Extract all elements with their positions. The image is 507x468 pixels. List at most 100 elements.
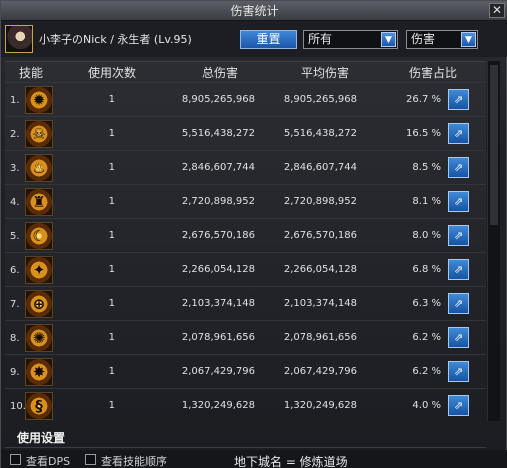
skill-icon[interactable]: ⊕ — [25, 290, 53, 318]
target-select[interactable]: 所有 ▼ — [303, 30, 398, 49]
row-total: 2,720,898,952 — [181, 196, 255, 207]
row-avg: 2,720,898,952 — [283, 196, 357, 207]
row-uses: 1 — [108, 230, 115, 241]
skill-icon[interactable]: § — [25, 392, 53, 420]
export-detail-button[interactable]: ⇗ — [448, 225, 469, 246]
view-skill-order-label[interactable]: 查看技能顺序 — [101, 453, 167, 468]
row-uses: 1 — [108, 162, 115, 173]
row-uses: 1 — [108, 196, 115, 207]
table-row: 8. ✺ 1 2,078,961,656 2,078,961,656 6.2 %… — [5, 320, 486, 354]
header-skill: 技能 — [18, 66, 43, 80]
skill-icon[interactable]: ✸ — [25, 358, 53, 386]
dungeon-name: 地下城名 = 修炼道场 — [234, 455, 348, 468]
header-share: 伤害占比 — [408, 66, 457, 80]
skill-icon[interactable]: ☾ — [25, 222, 53, 250]
scrollbar[interactable] — [487, 61, 500, 421]
row-pct: 8.0 % — [412, 230, 441, 241]
reset-button[interactable]: 重置 — [240, 30, 297, 49]
view-skill-order-checkbox[interactable] — [85, 454, 96, 465]
row-avg: 2,266,054,128 — [283, 264, 357, 275]
chevron-down-icon[interactable]: ▼ — [461, 32, 476, 47]
footer: 查看DPS 查看技能顺序 地下城名 = 修炼道场 — [1, 450, 507, 468]
skill-icon[interactable]: ✦ — [25, 256, 53, 284]
row-avg: 2,103,374,148 — [283, 298, 357, 309]
close-button[interactable]: ✕ — [489, 3, 505, 18]
table-row: 10. § 1 1,320,249,628 1,320,249,628 4.0 … — [5, 388, 486, 422]
scroll-thumb[interactable] — [490, 65, 498, 225]
row-uses: 1 — [108, 298, 115, 309]
export-detail-button[interactable]: ⇗ — [448, 157, 469, 178]
row-pct: 8.1 % — [412, 196, 441, 207]
row-index: 4. — [10, 197, 20, 208]
metric-select-value: 伤害 — [411, 32, 436, 46]
title-bar[interactable]: 伤害统计 ✕ — [1, 1, 507, 21]
header-total: 总伤害 — [201, 66, 238, 80]
row-uses: 1 — [108, 332, 115, 343]
export-detail-button[interactable]: ⇗ — [448, 361, 469, 382]
export-detail-button[interactable]: ⇗ — [448, 327, 469, 348]
row-uses: 1 — [108, 128, 115, 139]
usage-settings-button[interactable]: 使用设置 — [17, 429, 65, 446]
export-detail-button[interactable]: ⇗ — [448, 293, 469, 314]
skill-icon[interactable]: ✹ — [25, 86, 53, 114]
export-detail-button[interactable]: ⇗ — [448, 395, 469, 416]
row-pct: 6.2 % — [412, 332, 441, 343]
row-index: 2. — [10, 129, 20, 140]
row-total: 2,067,429,796 — [181, 366, 255, 377]
avatar — [5, 25, 33, 53]
row-pct: 16.5 % — [406, 128, 441, 139]
row-uses: 1 — [108, 94, 115, 105]
header-uses: 使用次数 — [87, 66, 136, 80]
export-detail-button[interactable]: ⇗ — [448, 123, 469, 144]
row-index: 10. — [10, 401, 26, 412]
row-total: 5,516,438,272 — [181, 128, 255, 139]
row-total: 2,676,570,186 — [181, 230, 255, 241]
view-dps-label[interactable]: 查看DPS — [26, 453, 70, 468]
row-index: 7. — [10, 299, 20, 310]
table-row: 9. ✸ 1 2,067,429,796 2,067,429,796 6.2 %… — [5, 354, 486, 388]
skill-icon[interactable]: ☠ — [25, 120, 53, 148]
row-index: 1. — [10, 95, 20, 106]
table-row: 1. ✹ 1 8,905,265,968 8,905,265,968 26.7 … — [5, 82, 486, 116]
row-pct: 6.8 % — [412, 264, 441, 275]
row-avg: 5,516,438,272 — [283, 128, 357, 139]
export-detail-button[interactable]: ⇗ — [448, 259, 469, 280]
window-title: 伤害统计 — [230, 4, 279, 18]
target-select-value: 所有 — [308, 32, 333, 46]
row-index: 5. — [10, 231, 20, 242]
row-total: 2,266,054,128 — [181, 264, 255, 275]
table-row: 4. ♜ 1 2,720,898,952 2,720,898,952 8.1 %… — [5, 184, 486, 218]
chevron-down-icon[interactable]: ▼ — [381, 32, 396, 47]
skill-icon[interactable]: ♜ — [25, 188, 53, 216]
row-total: 8,905,265,968 — [181, 94, 255, 105]
table-row: 6. ✦ 1 2,266,054,128 2,266,054,128 6.8 %… — [5, 252, 486, 286]
row-total: 2,078,961,656 — [181, 332, 255, 343]
row-index: 9. — [10, 367, 20, 378]
row-index: 6. — [10, 265, 20, 276]
row-avg: 2,078,961,656 — [283, 332, 357, 343]
row-avg: 2,676,570,186 — [283, 230, 357, 241]
view-dps-checkbox[interactable] — [10, 454, 21, 465]
table-row: 3. ♨ 1 2,846,607,744 2,846,607,744 8.5 %… — [5, 150, 486, 184]
table-row: 2. ☠ 1 5,516,438,272 5,516,438,272 16.5 … — [5, 116, 486, 150]
export-detail-button[interactable]: ⇗ — [448, 191, 469, 212]
table-row: 7. ⊕ 1 2,103,374,148 2,103,374,148 6.3 %… — [5, 286, 486, 320]
row-pct: 26.7 % — [406, 94, 441, 105]
skill-icon[interactable]: ♨ — [25, 154, 53, 182]
row-index: 3. — [10, 163, 20, 174]
metric-select[interactable]: 伤害 ▼ — [406, 30, 478, 49]
table-row: 5. ☾ 1 2,676,570,186 2,676,570,186 8.0 %… — [5, 218, 486, 252]
toolbar: 小李子のNick / 永生者 (Lv.95) 重置 所有 ▼ 伤害 ▼ — [1, 21, 507, 57]
row-total: 2,103,374,148 — [181, 298, 255, 309]
row-pct: 4.0 % — [412, 400, 441, 411]
row-index: 8. — [10, 333, 20, 344]
row-avg: 8,905,265,968 — [283, 94, 357, 105]
row-avg: 2,067,429,796 — [283, 366, 357, 377]
skill-icon[interactable]: ✺ — [25, 324, 53, 352]
damage-table: 技能 使用次数 总伤害 平均伤害 伤害占比 1. ✹ 1 8,905,265,9… — [5, 61, 486, 421]
damage-stats-window: 伤害统计 ✕ 小李子のNick / 永生者 (Lv.95) 重置 所有 ▼ 伤害… — [0, 0, 507, 468]
row-uses: 1 — [108, 366, 115, 377]
row-avg: 1,320,249,628 — [283, 400, 357, 411]
row-avg: 2,846,607,744 — [283, 162, 357, 173]
export-detail-button[interactable]: ⇗ — [448, 89, 469, 110]
